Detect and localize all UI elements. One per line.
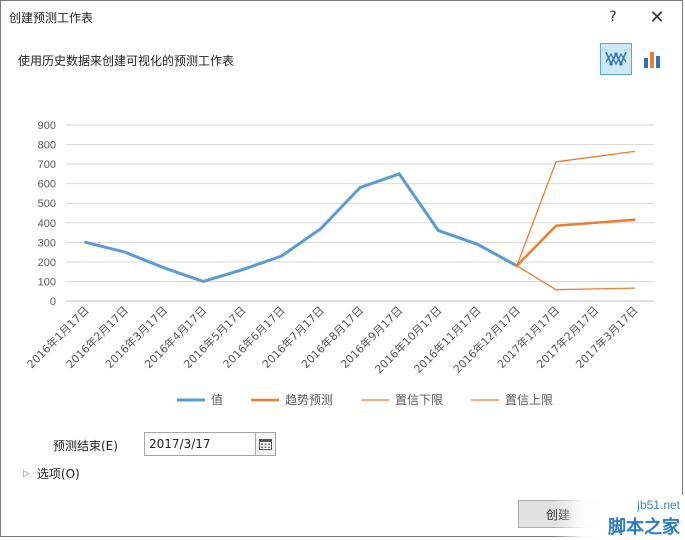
legend-label: 趋势预测 — [285, 393, 333, 407]
y-tick-label: 800 — [38, 140, 56, 152]
series-line — [84, 172, 519, 283]
forecast-end-input[interactable] — [144, 432, 256, 456]
options-label: 选项(O) — [36, 467, 80, 481]
title-bar: 创建预测工作表 ? ✕ — [1, 1, 682, 33]
y-tick-label: 400 — [38, 218, 56, 230]
dialog-title: 创建预测工作表 — [9, 11, 94, 25]
calendar-button[interactable] — [256, 432, 276, 456]
line-chart-button[interactable] — [600, 43, 632, 75]
legend-label: 置信上限 — [505, 393, 553, 407]
x-tick-label: 2016年11月17日 — [411, 303, 484, 376]
series-line — [516, 265, 636, 291]
expand-triangle-icon: ▷ — [23, 468, 30, 479]
column-chart-button[interactable] — [636, 43, 668, 75]
watermark-name: 脚本之家 — [608, 517, 680, 538]
watermark-url: jb51.net — [637, 498, 680, 512]
watermark: jb51.net 脚本之家 — [554, 495, 685, 540]
forecast-end-label: 预测结束(E) — [53, 439, 118, 453]
close-button[interactable]: ✕ — [644, 5, 670, 29]
legend-label: 值 — [211, 392, 223, 407]
line-chart-icon — [605, 51, 627, 66]
y-tick-label: 900 — [38, 120, 56, 132]
create-forecast-dialog: 创建预测工作表 ? ✕ 使用历史数据来创建可视化的预测工作表 0 100 200 30… — [0, 0, 685, 540]
legend-label: 置信下限 — [395, 393, 443, 407]
y-tick-label: 600 — [38, 179, 56, 191]
forecast-chart-svg: 01002003004005006007008009002016年1月17日20… — [24, 120, 654, 407]
dialog-subtitle: 使用历史数据来创建可视化的预测工作表 — [18, 54, 235, 68]
calendar-icon — [259, 439, 272, 450]
y-tick-label: 100 — [38, 276, 56, 288]
y-tick-label: 0 — [50, 296, 56, 308]
forecast-chart: 0 100 200 300 400 500 600 700 800 900 2016年1月17日 20… — [19, 111, 669, 421]
y-tick-label: 500 — [38, 198, 56, 210]
x-tick-label: 2016年10月17日 — [372, 303, 445, 376]
y-tick-label: 700 — [38, 159, 56, 171]
help-button[interactable]: ? — [600, 5, 626, 29]
y-tick-label: 200 — [38, 257, 56, 269]
column-chart-icon — [644, 52, 660, 68]
options-expander[interactable]: ▷ 选项(O) — [23, 465, 80, 482]
y-tick-label: 300 — [38, 237, 56, 249]
x-tick-label: 2016年12月17日 — [450, 303, 523, 376]
